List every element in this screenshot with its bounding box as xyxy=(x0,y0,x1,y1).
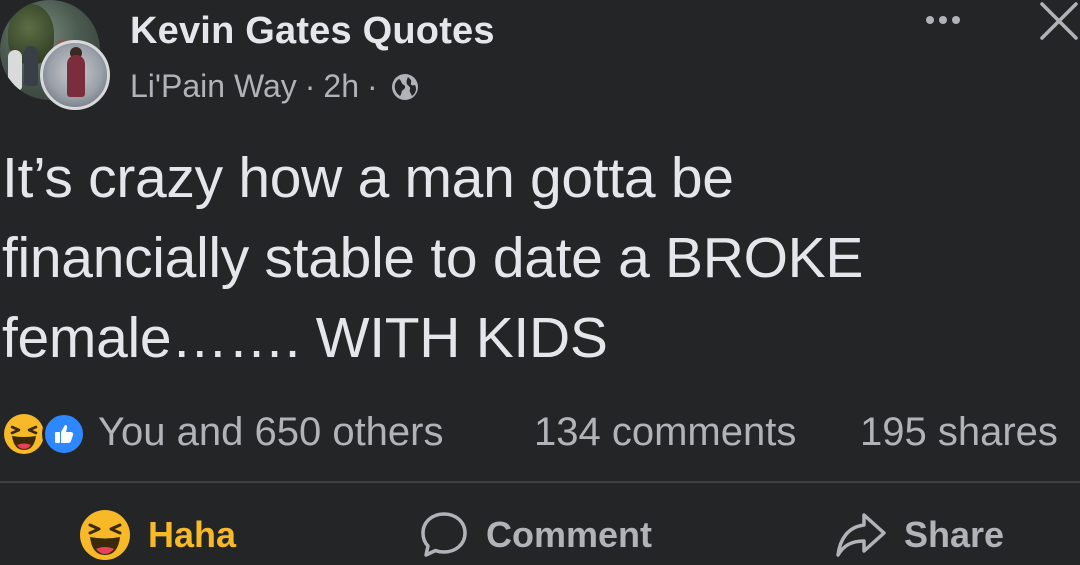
haha-reaction-icon xyxy=(4,414,44,454)
comment-button[interactable]: Comment xyxy=(418,505,652,565)
comment-label: Comment xyxy=(486,514,653,555)
divider xyxy=(0,481,1080,483)
timestamp[interactable]: 2h xyxy=(323,68,359,105)
post-card: Kevin Gates Quotes Li'Pain Way · 2h · It… xyxy=(0,0,1080,562)
avatar[interactable] xyxy=(0,0,110,110)
share-icon xyxy=(836,513,886,557)
globe-icon xyxy=(391,73,418,100)
shares-count[interactable]: 195 shares xyxy=(860,410,1058,455)
meta-separator: · xyxy=(367,68,378,104)
close-icon[interactable] xyxy=(1036,0,1080,44)
like-reaction-icon xyxy=(42,412,86,456)
reactions-summary: You and 650 others 134 comments 195 shar… xyxy=(0,404,1080,460)
reactions-count[interactable]: You and 650 others xyxy=(98,410,444,455)
comment-icon xyxy=(421,512,467,557)
haha-label: Haha xyxy=(148,514,237,555)
share-label: Share xyxy=(904,514,1005,555)
meta-separator: · xyxy=(304,68,316,104)
comments-count[interactable]: 134 comments xyxy=(534,410,796,455)
page-avatar xyxy=(40,40,110,110)
post-text: It’s crazy how a man gotta be financiall… xyxy=(2,146,864,370)
page-name[interactable]: Kevin Gates Quotes xyxy=(130,10,495,53)
haha-button[interactable]: Haha xyxy=(78,505,236,565)
more-options-icon[interactable] xyxy=(918,8,968,32)
share-button[interactable]: Share xyxy=(834,505,1004,565)
group-name-link[interactable]: Li'Pain Way xyxy=(130,68,297,105)
reaction-icons[interactable] xyxy=(2,408,88,456)
post-meta: Li'Pain Way · 2h · xyxy=(130,68,420,105)
haha-icon xyxy=(80,510,130,560)
